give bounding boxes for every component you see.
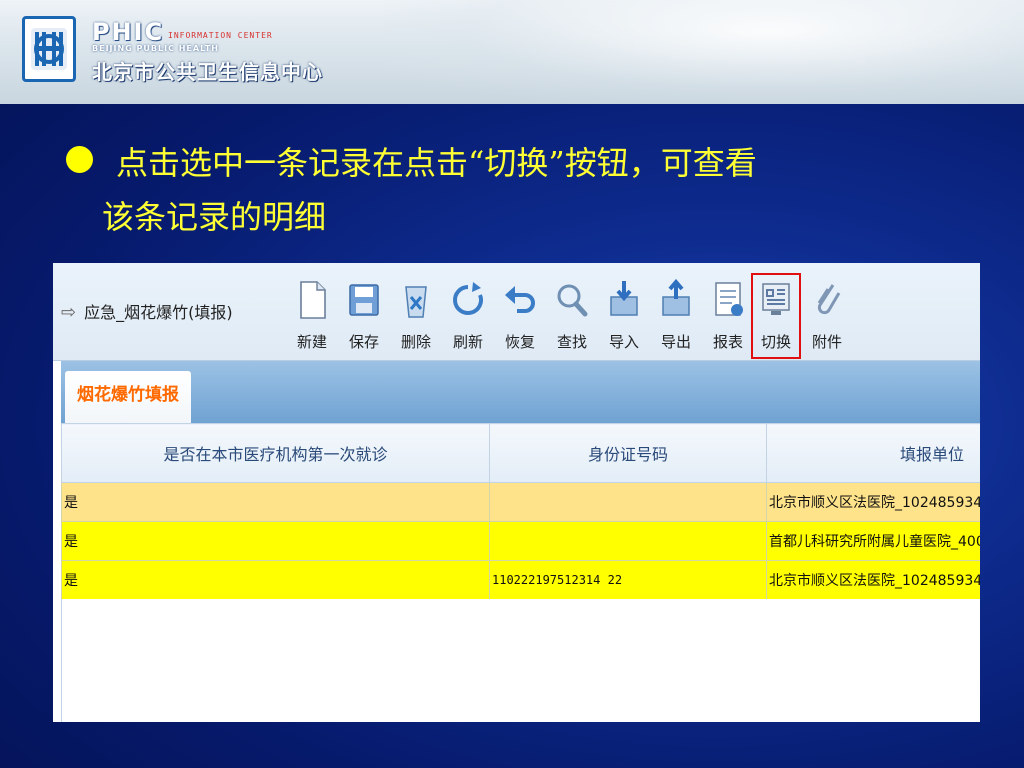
- export-button[interactable]: 导出: [654, 275, 698, 357]
- restore-button-label: 恢复: [504, 333, 535, 351]
- breadcrumb: ⇨ 应急_烟花爆竹(填报): [61, 299, 233, 323]
- bullet-line-2: 该条记录的明细: [102, 198, 327, 236]
- logo-title: PHIC: [92, 18, 165, 46]
- save-button-label: 保存: [348, 333, 379, 351]
- search-icon: [557, 284, 588, 317]
- refresh-button-label: 刷新: [452, 333, 483, 351]
- cell-first-visit: 是: [61, 560, 490, 600]
- new-icon: [300, 281, 326, 319]
- logo-chinese-name: 北京市公共卫生信息中心: [92, 60, 323, 84]
- table-empty-area: [61, 599, 980, 722]
- tab-fireworks-report[interactable]: 烟花爆竹填报: [65, 371, 191, 423]
- cell-first-visit: 是: [61, 521, 490, 561]
- header-sky-background: [384, 0, 1024, 104]
- report-button-label: 报表: [712, 333, 743, 351]
- arrow-right-icon: ⇨: [61, 302, 77, 323]
- column-header-first-visit[interactable]: 是否在本市医疗机构第一次就诊: [61, 423, 490, 483]
- slide-header: PHIC INFORMATION CENTER BEIJING PUBLIC H…: [0, 0, 1024, 104]
- delete-icon: [405, 286, 427, 318]
- import-button-label: 导入: [608, 333, 639, 351]
- bullet-line-1: 点击选中一条记录在点击“切换”按钮，可查看: [116, 144, 757, 182]
- attachment-button-label: 附件: [811, 333, 842, 351]
- export-button-label: 导出: [660, 333, 691, 351]
- search-button[interactable]: 查找: [550, 275, 594, 357]
- report-button[interactable]: 报表: [706, 275, 750, 357]
- bullet-icon: [66, 146, 93, 173]
- switch-button[interactable]: 切换: [751, 273, 801, 359]
- logo-subtitle-beijing: BEIJING PUBLIC HEALTH: [92, 44, 220, 53]
- delete-button-label: 删除: [400, 333, 431, 351]
- switch-icon: [762, 283, 790, 315]
- breadcrumb-title: 应急_烟花爆竹(填报): [84, 303, 233, 322]
- attachment-button[interactable]: 附件: [805, 275, 849, 357]
- cell-reporting-unit: 北京市顺义区法医院_102485934: [766, 560, 980, 600]
- cell-reporting-unit: 首都儿科研究所附属儿童医院_4006: [766, 521, 980, 561]
- new-button[interactable]: 新建: [290, 275, 334, 357]
- toolbar: ⇨ 应急_烟花爆竹(填报) 新建 保存 删除 刷新 恢复 查找 导入 导出 报表…: [53, 263, 980, 361]
- new-button-label: 新建: [296, 333, 327, 351]
- refresh-button[interactable]: 刷新: [446, 275, 490, 357]
- column-header-reporting-unit[interactable]: 填报单位: [766, 423, 980, 483]
- report-icon: [715, 282, 743, 316]
- logo-subtitle-information-center: INFORMATION CENTER: [168, 31, 273, 40]
- table-row[interactable]: 是 首都儿科研究所附属儿童医院_4006: [61, 521, 980, 561]
- cell-id-number: 110222197512314 22: [489, 560, 767, 600]
- tab-strip: 烟花爆竹填报: [61, 361, 980, 423]
- table-row[interactable]: 是 北京市顺义区法医院_102485934: [61, 482, 980, 522]
- restore-button[interactable]: 恢复: [498, 275, 542, 357]
- column-header-id-number[interactable]: 身份证号码: [489, 423, 767, 483]
- table-header-row: 是否在本市医疗机构第一次就诊 身份证号码 填报单位: [61, 423, 980, 483]
- cell-id-number: [489, 521, 767, 561]
- search-button-label: 查找: [556, 333, 587, 351]
- restore-icon: [505, 286, 535, 313]
- cell-first-visit: 是: [61, 482, 490, 522]
- phic-logo-icon: [22, 16, 76, 82]
- save-button[interactable]: 保存: [342, 275, 386, 357]
- cell-reporting-unit: 北京市顺义区法医院_102485934: [766, 482, 980, 522]
- export-icon: [662, 279, 690, 316]
- import-button[interactable]: 导入: [602, 275, 646, 357]
- refresh-icon: [453, 282, 483, 315]
- import-icon: [610, 281, 638, 316]
- cell-id-number: [489, 482, 767, 522]
- slide-bullet-text: 点击选中一条记录在点击“切换”按钮，可查看 该条记录的明细: [102, 136, 976, 244]
- table-row[interactable]: 是 110222197512314 22 北京市顺义区法医院_102485934: [61, 560, 980, 600]
- records-table: 是否在本市医疗机构第一次就诊 身份证号码 填报单位 是 北京市顺义区法医院_10…: [61, 423, 980, 600]
- app-screenshot: ⇨ 应急_烟花爆竹(填报) 新建 保存 删除 刷新 恢复 查找 导入 导出 报表…: [53, 263, 980, 722]
- save-icon: [349, 284, 379, 316]
- delete-button[interactable]: 删除: [394, 275, 438, 357]
- switch-button-label: 切换: [760, 333, 791, 351]
- attachment-icon: [817, 284, 841, 315]
